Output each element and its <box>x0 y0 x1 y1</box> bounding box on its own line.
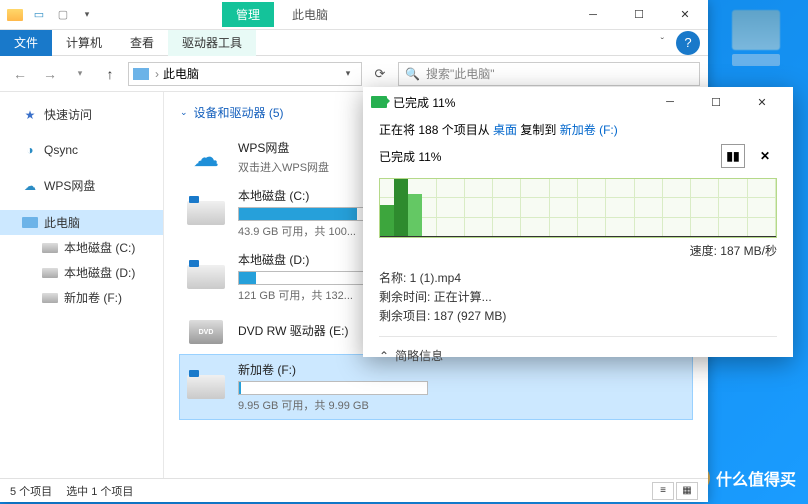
sidebar-drive-f[interactable]: 新加卷 (F:) <box>0 285 163 310</box>
ribbon-tab-view[interactable]: 查看 <box>116 30 168 56</box>
qat-properties-icon[interactable]: ▭ <box>28 4 50 26</box>
ribbon-tab-computer[interactable]: 计算机 <box>52 30 116 56</box>
ribbon-tabs: 文件 计算机 查看 驱动器工具 ˇ ? <box>0 30 708 56</box>
pause-button[interactable]: ▮▮ <box>721 144 745 168</box>
address-dropdown-icon[interactable]: ▾ <box>339 68 357 79</box>
sidebar-drive-c[interactable]: 本地磁盘 (C:) <box>0 235 163 260</box>
dialog-close-button[interactable]: ✕ <box>739 87 785 117</box>
dialog-minimize-button[interactable]: ─ <box>647 87 693 117</box>
pc-icon <box>22 216 38 230</box>
quick-access-toolbar: ▭ ▢ ▾ <box>0 4 102 26</box>
view-details-button[interactable]: ≡ <box>652 482 674 500</box>
capacity-bar <box>238 381 428 395</box>
view-icons-button[interactable]: ▦ <box>676 482 698 500</box>
speed-readout: 速度: 187 MB/秒 <box>379 242 777 259</box>
dialog-title: 已完成 11% <box>393 94 647 111</box>
nav-history-dropdown[interactable]: ▾ <box>68 62 92 86</box>
refresh-button[interactable]: ⟳ <box>368 62 392 86</box>
breadcrumb-chevron-icon[interactable]: › <box>155 67 159 81</box>
sidebar-item-qsync[interactable]: ◑Qsync <box>0 139 163 161</box>
dvd-icon: DVD <box>189 320 223 344</box>
qat-newfolder-icon[interactable]: ▢ <box>52 4 74 26</box>
copy-description: 正在将 188 个项目从 桌面 复制到 新加卷 (F:) <box>379 121 777 138</box>
drive-icon <box>42 291 58 305</box>
address-label[interactable]: 此电脑 <box>163 65 199 82</box>
dest-link[interactable]: 新加卷 (F:) <box>560 123 618 137</box>
disk-icon <box>187 375 225 399</box>
status-item-count: 5 个项目 <box>10 483 52 499</box>
copy-filename: 名称: 1 (1).mp4 <box>379 269 777 286</box>
address-bar[interactable]: › 此电脑 ▾ <box>128 62 362 86</box>
navigation-pane: ★快速访问 ◑Qsync ☁WPS网盘 此电脑 本地磁盘 (C:) 本地磁盘 (… <box>0 92 164 478</box>
qat-dropdown-icon[interactable]: ▾ <box>76 4 98 26</box>
contextual-tab-label: 管理 <box>222 2 274 27</box>
copy-remaining-items: 剩余项目: 187 (927 MB) <box>379 307 777 324</box>
pc-icon <box>133 68 149 80</box>
search-placeholder: 搜索"此电脑" <box>426 65 495 82</box>
nav-forward-button: → <box>38 62 62 86</box>
source-link[interactable]: 桌面 <box>493 123 517 137</box>
maximize-button[interactable]: ☐ <box>616 0 662 30</box>
disk-icon <box>187 201 225 225</box>
search-icon: 🔍 <box>405 67 420 81</box>
search-input[interactable]: 🔍 搜索"此电脑" <box>398 62 700 86</box>
dialog-maximize-button[interactable]: ☐ <box>693 87 739 117</box>
chevron-up-icon: ⌃ <box>379 349 389 363</box>
desktop-icon[interactable] <box>732 10 780 50</box>
nav-up-button[interactable]: ↑ <box>98 62 122 86</box>
minimize-button[interactable]: ─ <box>570 0 616 30</box>
sidebar-item-quickaccess[interactable]: ★快速访问 <box>0 102 163 127</box>
progress-text: 已完成 11% <box>379 148 713 165</box>
ribbon-tab-drivetools[interactable]: 驱动器工具 <box>168 30 256 56</box>
speed-chart <box>379 178 777 238</box>
window-title: 此电脑 <box>292 6 328 23</box>
help-button[interactable]: ? <box>676 31 700 55</box>
status-bar: 5 个项目 选中 1 个项目 ≡ ▦ <box>0 478 708 502</box>
copy-remaining-time: 剩余时间: 正在计算... <box>379 288 777 305</box>
drive-icon <box>42 241 58 255</box>
sidebar-item-thispc[interactable]: 此电脑 <box>0 210 163 235</box>
sidebar-drive-d[interactable]: 本地磁盘 (D:) <box>0 260 163 285</box>
app-icon <box>4 4 26 26</box>
disk-icon <box>187 265 225 289</box>
watermark-text: 什么值得买 <box>716 466 796 490</box>
copy-dialog: 已完成 11% ─ ☐ ✕ 正在将 188 个项目从 桌面 复制到 新加卷 (F… <box>363 87 793 357</box>
chevron-down-icon: ⌄ <box>180 107 188 118</box>
sidebar-item-wps[interactable]: ☁WPS网盘 <box>0 173 163 198</box>
status-selected-count: 选中 1 个项目 <box>66 483 133 499</box>
star-icon: ★ <box>22 108 38 122</box>
toggle-details-button[interactable]: ⌃ 简略信息 <box>379 336 777 364</box>
close-button[interactable]: ✕ <box>662 0 708 30</box>
dialog-titlebar[interactable]: 已完成 11% ─ ☐ ✕ <box>363 87 793 117</box>
ribbon-collapse-icon[interactable]: ˇ <box>661 37 664 48</box>
nav-back-button[interactable]: ← <box>8 62 32 86</box>
cloud-icon: ☁ <box>22 179 38 193</box>
transfer-icon <box>371 96 387 108</box>
cloud-icon: ☁ <box>187 143 225 171</box>
drive-icon <box>42 266 58 280</box>
drive-sub: 9.95 GB 可用，共 9.99 GB <box>238 397 688 413</box>
cancel-copy-button[interactable]: ✕ <box>753 144 777 168</box>
titlebar[interactable]: ▭ ▢ ▾ 管理 此电脑 ─ ☐ ✕ <box>0 0 708 30</box>
qsync-icon: ◑ <box>22 143 38 157</box>
desktop-icon-label <box>732 54 780 66</box>
ribbon-tab-file[interactable]: 文件 <box>0 30 52 56</box>
